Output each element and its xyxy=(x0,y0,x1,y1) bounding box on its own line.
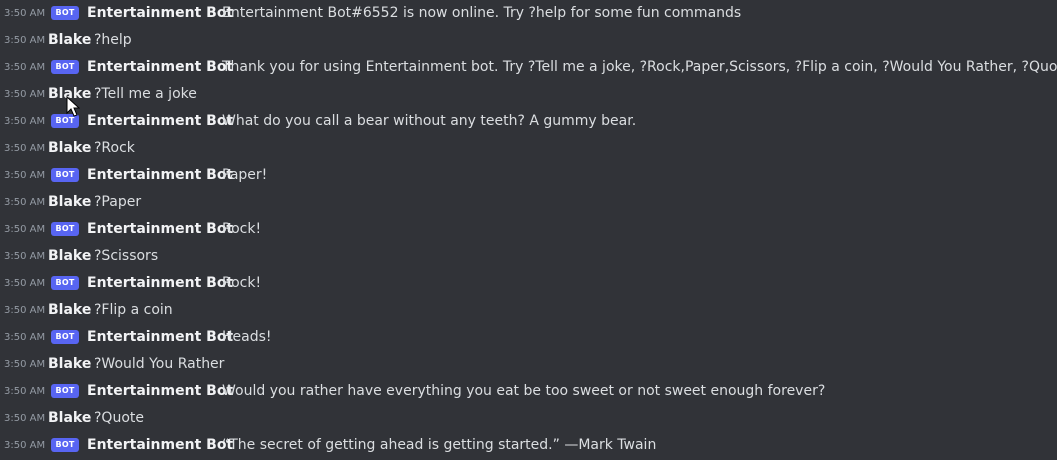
bot-badge: BOT xyxy=(51,114,79,128)
bot-badge: BOT xyxy=(51,6,79,20)
message-row[interactable]: 3:50 AM Blake ?Rock xyxy=(0,135,1057,162)
message-timestamp[interactable]: 3:50 AM xyxy=(4,27,45,54)
message-timestamp[interactable]: 3:50 AM xyxy=(4,378,45,405)
message-timestamp[interactable]: 3:50 AM xyxy=(4,243,45,270)
message-content: Would you rather have everything you eat… xyxy=(222,383,826,399)
message-author[interactable]: Blake xyxy=(48,243,91,270)
message-row[interactable]: 3:50 AM Blake ?Tell me a joke xyxy=(0,81,1057,108)
message-author[interactable]: Blake xyxy=(48,297,91,324)
message-row[interactable]: 3:50 AM Blake ?Would You Rather xyxy=(0,351,1057,378)
message-timestamp[interactable]: 3:50 AM xyxy=(4,135,45,162)
message-row[interactable]: 3:50 AM BOT Entertainment Bot What do you c… xyxy=(0,108,1057,135)
message-content: ?help xyxy=(94,32,132,48)
message-author[interactable]: Entertainment Bot xyxy=(87,432,233,459)
message-list: 3:50 AM BOT Entertainment Bot Entertainment… xyxy=(0,0,1057,459)
message-author[interactable]: Blake xyxy=(48,405,91,432)
message-author[interactable]: Entertainment Bot xyxy=(87,162,233,189)
bot-badge: BOT xyxy=(51,222,79,236)
message-content: What do you call a bear without any teet… xyxy=(222,113,637,129)
bot-badge: BOT xyxy=(51,168,79,182)
message-author[interactable]: Blake xyxy=(48,27,91,54)
message-author[interactable]: Entertainment Bot xyxy=(87,108,233,135)
message-timestamp[interactable]: 3:50 AM xyxy=(4,216,45,243)
message-content: ?Scissors xyxy=(94,248,159,264)
message-author[interactable]: Blake xyxy=(48,351,91,378)
message-row[interactable]: 3:50 AM Blake ?help xyxy=(0,27,1057,54)
message-author[interactable]: Blake xyxy=(48,81,91,108)
message-row[interactable]: 3:50 AM Blake ?Paper xyxy=(0,189,1057,216)
message-content: ?Would You Rather xyxy=(94,356,225,372)
message-author[interactable]: Blake xyxy=(48,189,91,216)
message-content: ?Tell me a joke xyxy=(94,86,197,102)
message-timestamp[interactable]: 3:50 AM xyxy=(4,108,45,135)
message-row[interactable]: 3:50 AM BOT Entertainment Bot Rock! xyxy=(0,270,1057,297)
message-row[interactable]: 3:50 AM BOT Entertainment Bot Would you rat… xyxy=(0,378,1057,405)
message-author[interactable]: Entertainment Bot xyxy=(87,270,233,297)
message-row[interactable]: 3:50 AM BOT Entertainment Bot Entertainment… xyxy=(0,0,1057,27)
message-content: ?Quote xyxy=(94,410,144,426)
message-author[interactable]: Entertainment Bot xyxy=(87,54,233,81)
message-row[interactable]: 3:50 AM BOT Entertainment Bot Rock! xyxy=(0,216,1057,243)
message-timestamp[interactable]: 3:50 AM xyxy=(4,432,45,459)
bot-badge: BOT xyxy=(51,330,79,344)
message-author[interactable]: Entertainment Bot xyxy=(87,0,233,27)
message-timestamp[interactable]: 3:50 AM xyxy=(4,270,45,297)
message-timestamp[interactable]: 3:50 AM xyxy=(4,162,45,189)
message-author[interactable]: Entertainment Bot xyxy=(87,324,233,351)
chat-messages: 3:50 AM BOT Entertainment Bot Entertainment… xyxy=(0,0,1057,460)
message-content: Entertainment Bot#6552 is now online. Tr… xyxy=(222,5,742,21)
message-row[interactable]: 3:50 AM Blake ?Scissors xyxy=(0,243,1057,270)
message-timestamp[interactable]: 3:50 AM xyxy=(4,297,45,324)
bot-badge: BOT xyxy=(51,384,79,398)
message-content: Thank you for using Entertainment bot. T… xyxy=(222,59,1057,75)
message-author[interactable]: Entertainment Bot xyxy=(87,216,233,243)
message-row[interactable]: 3:50 AM BOT Entertainment Bot Thank you for… xyxy=(0,54,1057,81)
message-row[interactable]: 3:50 AM BOT Entertainment Bot Heads! xyxy=(0,324,1057,351)
message-row[interactable]: 3:50 AM Blake ?Flip a coin xyxy=(0,297,1057,324)
message-content: ?Paper xyxy=(94,194,142,210)
message-row[interactable]: 3:50 AM BOT Entertainment Bot Paper! xyxy=(0,162,1057,189)
message-row[interactable]: 3:50 AM Blake ?Quote xyxy=(0,405,1057,432)
message-timestamp[interactable]: 3:50 AM xyxy=(4,189,45,216)
message-row[interactable]: 3:50 AM BOT Entertainment Bot “The secret o… xyxy=(0,432,1057,459)
message-content: Paper! xyxy=(222,167,268,183)
message-content: Heads! xyxy=(222,329,272,345)
message-content: ?Rock xyxy=(94,140,135,156)
message-content: “The secret of getting ahead is getting … xyxy=(222,437,657,453)
message-timestamp[interactable]: 3:50 AM xyxy=(4,351,45,378)
message-content: Rock! xyxy=(222,221,262,237)
message-author[interactable]: Entertainment Bot xyxy=(87,378,233,405)
message-timestamp[interactable]: 3:50 AM xyxy=(4,81,45,108)
message-timestamp[interactable]: 3:50 AM xyxy=(4,0,45,27)
message-timestamp[interactable]: 3:50 AM xyxy=(4,405,45,432)
message-author[interactable]: Blake xyxy=(48,135,91,162)
message-timestamp[interactable]: 3:50 AM xyxy=(4,54,45,81)
message-content: Rock! xyxy=(222,275,262,291)
bot-badge: BOT xyxy=(51,276,79,290)
bot-badge: BOT xyxy=(51,438,79,452)
message-content: ?Flip a coin xyxy=(94,302,173,318)
bot-badge: BOT xyxy=(51,60,79,74)
message-timestamp[interactable]: 3:50 AM xyxy=(4,324,45,351)
